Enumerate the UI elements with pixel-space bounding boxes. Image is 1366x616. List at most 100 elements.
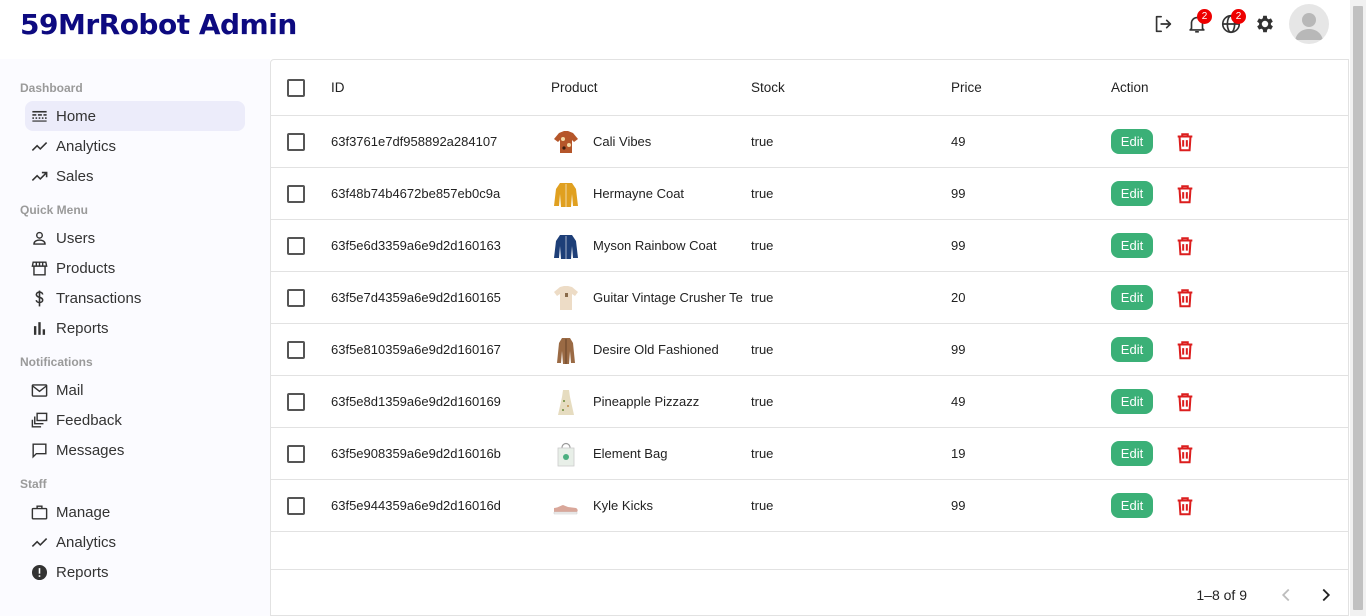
sidebar-section: Quick Menu Users Products Transactions Repor… [0,202,270,343]
product-image [551,439,581,469]
product-id: 63f5e8d1359a6e9d2d160169 [331,394,501,409]
column-header-action[interactable]: Action [1111,60,1311,115]
row-checkbox[interactable] [287,340,305,359]
column-header-stock[interactable]: Stock [751,60,931,115]
delete-icon[interactable] [1174,183,1196,205]
language-badge: 2 [1231,9,1246,24]
sidebar-item-analytics[interactable]: Analytics [25,131,245,161]
table-footer: 1–8 of 9 [271,569,1348,615]
product-price: 49 [951,394,966,409]
edit-button[interactable]: Edit [1111,233,1153,258]
app-logo[interactable]: 59MrRobot Admin [20,8,297,41]
product-cell: Pineapple Pizzazz [551,376,743,427]
product-id: 63f5e810359a6e9d2d160167 [331,342,501,357]
product-name: Pineapple Pizzazz [593,394,700,409]
product-id: 63f5e908359a6e9d2d16016b [331,446,501,461]
row-checkbox[interactable] [287,392,305,411]
edit-button[interactable]: Edit [1111,441,1153,466]
edit-button[interactable]: Edit [1111,181,1153,206]
delete-icon[interactable] [1174,235,1196,257]
sidebar-item-label: Home [56,107,97,125]
sidebar-item-label: Analytics [56,137,117,155]
product-id: 63f5e7d4359a6e9d2d160165 [331,290,501,305]
products-table: ID Product Stock Price Action 63f3761e7d… [270,59,1349,616]
delete-icon[interactable] [1174,287,1196,309]
row-checkbox[interactable] [287,132,305,151]
row-checkbox[interactable] [287,184,305,203]
edit-button[interactable]: Edit [1111,389,1153,414]
sidebar-item-label: Manage [56,503,111,521]
timeline-icon [30,137,56,156]
sidebar-item-users[interactable]: Users [25,223,245,253]
product-id: 63f5e6d3359a6e9d2d160163 [331,238,501,253]
table-row: 63f3761e7df958892a284107 Cali Vibes true 49… [271,116,1348,168]
sidebar-item-transactions[interactable]: Transactions [25,283,245,313]
action-cell: Edit [1111,376,1311,427]
delete-icon[interactable] [1174,391,1196,413]
sidebar-item-feedback[interactable]: Feedback [25,405,245,435]
edit-button[interactable]: Edit [1111,129,1153,154]
delete-icon[interactable] [1174,495,1196,517]
sidebar-item-sales[interactable]: Sales [25,161,245,191]
column-header-id[interactable]: ID [331,60,541,115]
column-header-product[interactable]: Product [551,60,743,115]
action-cell: Edit [1111,220,1311,271]
delete-icon[interactable] [1174,131,1196,153]
product-cell: Desire Old Fashioned [551,324,743,375]
sidebar-item-reports[interactable]: Reports [25,313,245,343]
product-price: 49 [951,134,966,149]
row-checkbox[interactable] [287,288,305,307]
next-page-icon[interactable] [1314,583,1338,607]
row-checkbox[interactable] [287,496,305,515]
product-price: 99 [951,186,966,201]
table-row: 63f48b74b4672be857eb0c9a Hermayne Coat tru… [271,168,1348,220]
table-row: 63f5e7d4359a6e9d2d160165 Guitar Vintage C… [271,272,1348,324]
column-header-price[interactable]: Price [951,60,1091,115]
chat-bubble-outline-icon [30,441,56,460]
action-cell: Edit [1111,428,1311,479]
product-stock: true [751,342,774,357]
delete-icon[interactable] [1174,339,1196,361]
sidebar-item-messages[interactable]: Messages [25,435,245,465]
previous-page-icon[interactable] [1274,583,1298,607]
product-name: Desire Old Fashioned [593,342,719,357]
scrollbar-thumb[interactable] [1353,6,1363,610]
product-price: 99 [951,238,966,253]
sidebar-item-manage[interactable]: Manage [25,497,245,527]
product-price: 99 [951,342,966,357]
edit-button[interactable]: Edit [1111,285,1153,310]
sidebar-item-home[interactable]: Home [25,101,245,131]
edit-button[interactable]: Edit [1111,493,1153,518]
notifications-badge: 2 [1197,9,1212,24]
person-outline-icon [30,229,56,248]
row-checkbox[interactable] [287,444,305,463]
delete-icon[interactable] [1174,443,1196,465]
timeline-icon [30,533,56,552]
pagination-label: 1–8 of 9 [1196,587,1247,603]
action-cell: Edit [1111,480,1311,531]
avatar[interactable] [1289,4,1329,44]
sidebar-item-mail[interactable]: Mail [25,375,245,405]
sidebar-item-label: Analytics [56,533,117,551]
product-image [551,179,581,209]
edit-button[interactable]: Edit [1111,337,1153,362]
sidebar-item-products[interactable]: Products [25,253,245,283]
settings-icon[interactable] [1248,7,1282,41]
language-icon[interactable]: 2 [1214,7,1248,41]
row-checkbox[interactable] [287,236,305,255]
sidebar-item-reports[interactable]: Reports [25,557,245,587]
logout-icon[interactable] [1146,7,1180,41]
page-scrollbar[interactable] [1350,0,1366,616]
sidebar-section: Staff Manage Analytics Reports [0,476,270,587]
product-image [551,283,581,313]
sidebar-item-analytics[interactable]: Analytics [25,527,245,557]
sidebar: Dashboard Home Analytics Sales Quick Menu Use… [0,59,270,616]
table-row: 63f5e908359a6e9d2d16016b Element Bag true 1… [271,428,1348,480]
product-name: Cali Vibes [593,134,652,149]
action-cell: Edit [1111,116,1311,167]
product-name: Guitar Vintage Crusher Tee [593,290,743,305]
select-all-checkbox[interactable] [287,78,305,97]
product-name: Kyle Kicks [593,498,653,513]
notifications-icon[interactable]: 2 [1180,7,1214,41]
storefront-icon [30,259,56,278]
